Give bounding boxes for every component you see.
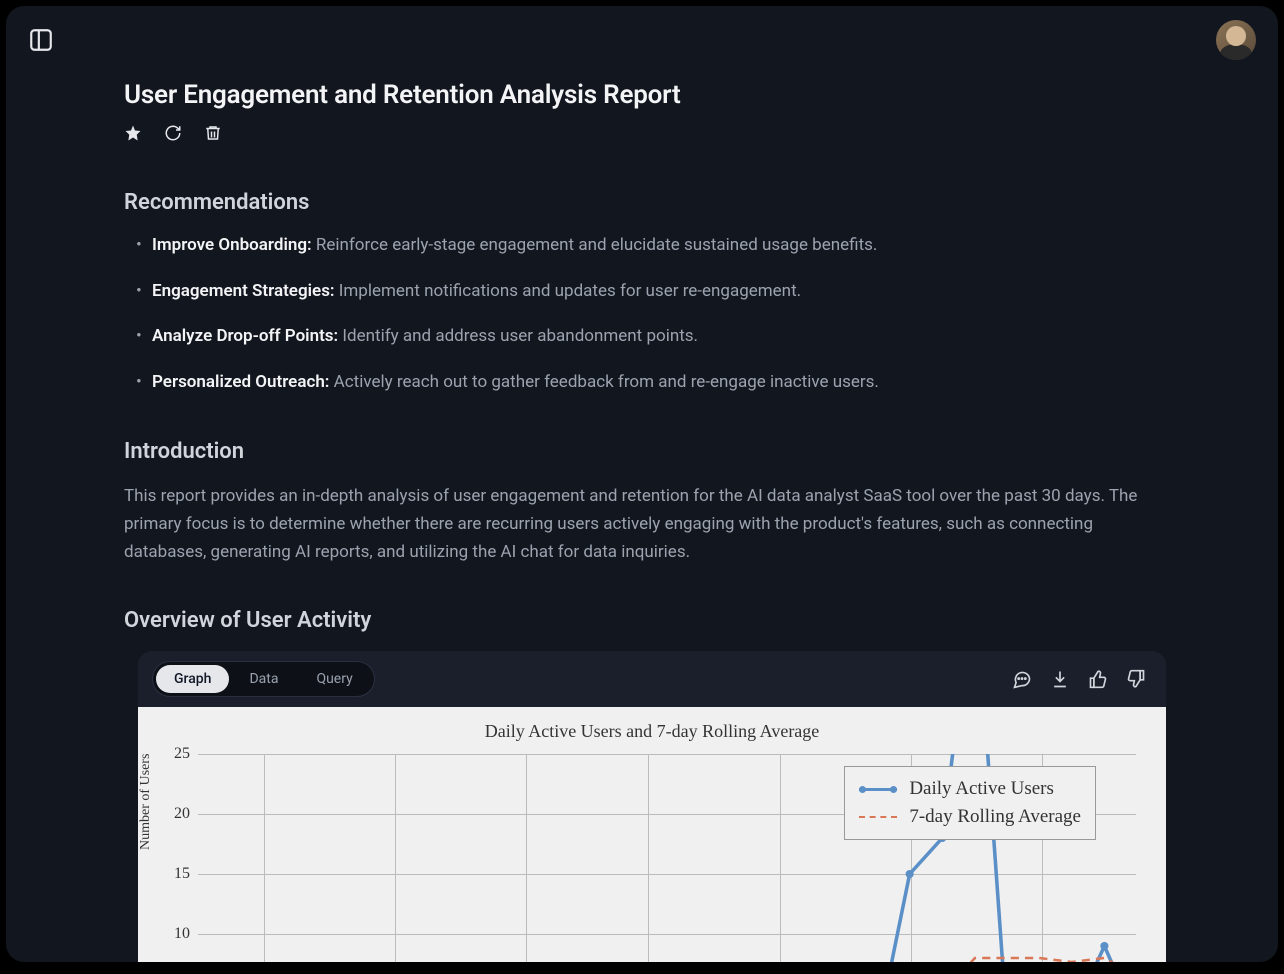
list-item: Improve Onboarding: Reinforce early-stag… (152, 233, 1160, 259)
chart-body: Daily Active Users and 7-day Rolling Ave… (138, 707, 1166, 962)
list-item: Analyze Drop-off Points: Identify and ad… (152, 324, 1160, 350)
thumbs-up-icon[interactable] (1088, 669, 1108, 689)
list-item-label: Analyze Drop-off Points: (152, 326, 338, 346)
legend-label: 7-day Rolling Average (909, 806, 1081, 828)
list-item: Engagement Strategies: Implement notific… (152, 279, 1160, 305)
list-item-label: Improve Onboarding: (152, 235, 312, 255)
thumbs-down-icon[interactable] (1126, 669, 1146, 689)
recommendations-heading: Recommendations (124, 190, 1160, 215)
refresh-icon[interactable] (164, 124, 182, 142)
chart-header: Graph Data Query (138, 651, 1166, 707)
app-frame: User Engagement and Retention Analysis R… (6, 6, 1278, 962)
content-area: User Engagement and Retention Analysis R… (6, 60, 1278, 962)
avatar[interactable] (1216, 20, 1256, 60)
top-bar (6, 6, 1278, 60)
introduction-body: This report provides an in-depth analysi… (124, 482, 1160, 566)
action-row (124, 124, 1160, 142)
y-tick: 15 (174, 865, 190, 883)
chart-actions (1012, 669, 1146, 689)
legend-row-dau: Daily Active Users (859, 775, 1081, 803)
list-item-text: Identify and address user abandonment po… (338, 326, 698, 346)
chart-title: Daily Active Users and 7-day Rolling Ave… (158, 721, 1146, 742)
y-tick: 25 (174, 745, 190, 763)
list-item-text: Actively reach out to gather feedback fr… (329, 372, 878, 392)
list-item-text: Implement notifications and updates for … (335, 281, 802, 301)
introduction-heading: Introduction (124, 439, 1160, 464)
legend-marker-dashed-icon (859, 816, 897, 818)
comment-icon[interactable] (1012, 669, 1032, 689)
chart-card: Graph Data Query (138, 651, 1166, 962)
legend-marker-line-icon (859, 788, 897, 791)
y-axis: 25 20 15 10 Number of Users (158, 754, 198, 962)
page-title: User Engagement and Retention Analysis R… (124, 80, 1160, 110)
tab-query[interactable]: Query (298, 665, 370, 693)
y-tick: 10 (174, 925, 190, 943)
sidebar-toggle-button[interactable] (28, 27, 54, 53)
tab-graph[interactable]: Graph (156, 665, 229, 693)
y-tick: 20 (174, 805, 190, 823)
list-item: Personalized Outreach: Actively reach ou… (152, 370, 1160, 396)
download-icon[interactable] (1050, 669, 1070, 689)
tab-data[interactable]: Data (231, 665, 296, 693)
legend-label: Daily Active Users (909, 778, 1054, 800)
chart-tab-group: Graph Data Query (152, 661, 375, 697)
trash-icon[interactable] (204, 124, 222, 142)
plot-area: 25 20 15 10 Number of Users (198, 754, 1136, 962)
list-item-label: Engagement Strategies: (152, 281, 335, 301)
recommendations-list: Improve Onboarding: Reinforce early-stag… (124, 233, 1160, 395)
list-item-label: Personalized Outreach: (152, 372, 329, 392)
legend-row-avg: 7-day Rolling Average (859, 803, 1081, 831)
chart-legend: Daily Active Users 7-day Rolling Average (844, 766, 1096, 840)
star-icon[interactable] (124, 124, 142, 142)
y-axis-label: Number of Users (138, 754, 154, 850)
list-item-text: Reinforce early-stage engagement and elu… (312, 235, 878, 255)
overview-heading: Overview of User Activity (124, 608, 1160, 633)
